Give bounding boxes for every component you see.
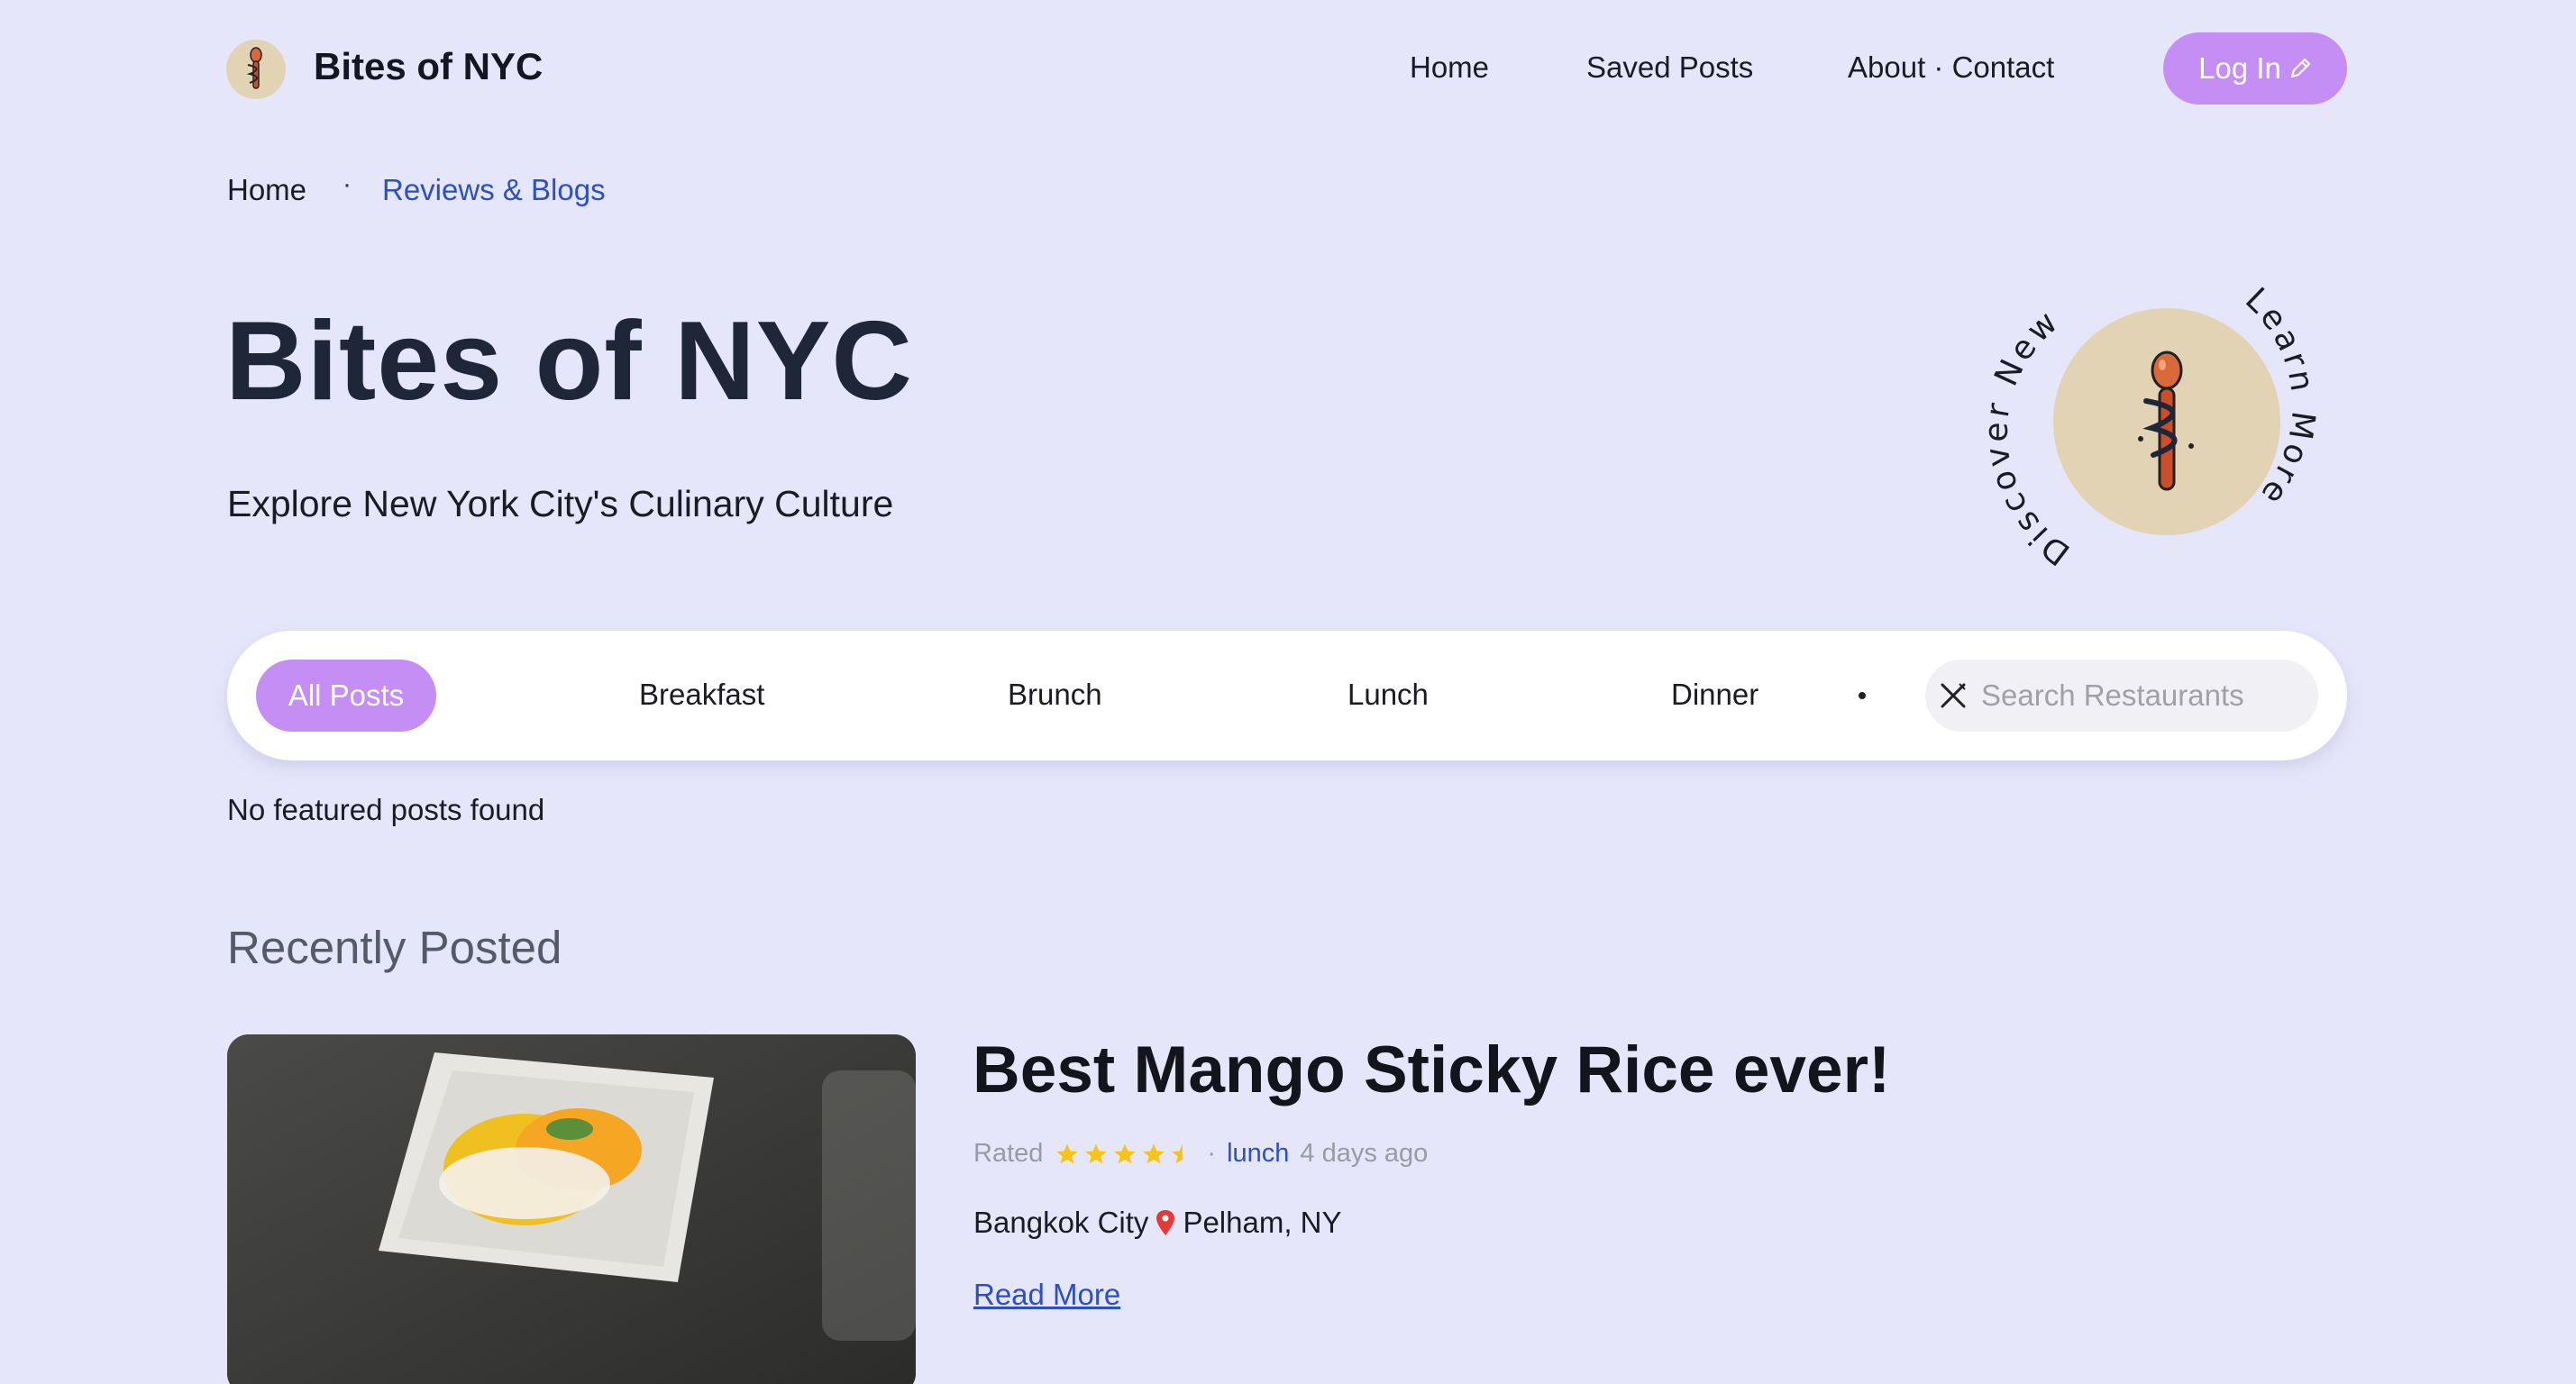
post-time: 4 days ago	[1300, 1139, 1429, 1168]
post-location: Bangkok City Pelham, NY	[973, 1206, 1342, 1240]
breadcrumb-home[interactable]: Home	[227, 173, 306, 207]
login-button[interactable]: Log In	[2163, 32, 2347, 105]
star-icon	[1085, 1143, 1108, 1163]
search-input[interactable]	[1981, 678, 2297, 713]
star-icon	[1143, 1143, 1165, 1163]
post-title[interactable]: Best Mango Sticky Rice ever!	[973, 1033, 1890, 1107]
spoon-logo-icon	[246, 47, 262, 89]
filter-all-posts[interactable]: All Posts	[256, 660, 436, 732]
filter-lunch[interactable]: Lunch	[1347, 678, 1429, 712]
meta-separator: ·	[1207, 1139, 1217, 1168]
post-category[interactable]: lunch	[1227, 1139, 1289, 1169]
recently-posted-heading: Recently Posted	[227, 922, 562, 973]
half-star-icon	[1172, 1143, 1183, 1163]
brand-name[interactable]: Bites of NYC	[314, 45, 543, 88]
filter-brunch[interactable]: Brunch	[1008, 678, 1102, 712]
pencil-icon	[2290, 58, 2310, 78]
filter-divider-dot	[1859, 692, 1866, 699]
rated-label: Rated	[973, 1139, 1044, 1168]
discover-badge[interactable]: Discover New Learn More	[1983, 270, 2343, 577]
read-more-link[interactable]: Read More	[973, 1278, 1120, 1312]
page-subtitle: Explore New York City's Culinary Culture	[227, 483, 894, 524]
filter-dinner[interactable]: Dinner	[1671, 678, 1758, 712]
nav-saved-posts-link[interactable]: Saved Posts	[1586, 50, 1753, 85]
post-image[interactable]	[227, 1034, 916, 1384]
page-title: Bites of NYC	[225, 299, 913, 423]
logo[interactable]	[226, 40, 286, 99]
star-icon	[1114, 1143, 1137, 1163]
filter-breakfast[interactable]: Breakfast	[639, 678, 764, 712]
breadcrumb-separator: ·	[343, 169, 352, 199]
breadcrumb-current[interactable]: Reviews & Blogs	[382, 173, 606, 207]
star-icon	[1056, 1143, 1079, 1163]
post-meta: Rated · lunch 4 days ago	[973, 1139, 1428, 1169]
login-label: Log In	[2198, 51, 2281, 85]
restaurant-name: Bangkok City	[973, 1206, 1149, 1239]
utensils-icon	[1941, 683, 1966, 708]
nav-home-link[interactable]: Home	[1410, 50, 1489, 85]
badge-logo	[2053, 308, 2280, 535]
map-pin-icon	[1156, 1210, 1175, 1235]
search-box[interactable]	[1925, 660, 2318, 732]
spoon-logo-icon	[2138, 351, 2194, 491]
nav-about-contact-link[interactable]: About · Contact	[1848, 50, 2054, 85]
mango-sticky-rice-photo	[227, 1034, 916, 1384]
featured-empty-message: No featured posts found	[227, 793, 545, 826]
location-text: Pelham, NY	[1183, 1206, 1342, 1239]
rating-stars	[1054, 1142, 1196, 1167]
